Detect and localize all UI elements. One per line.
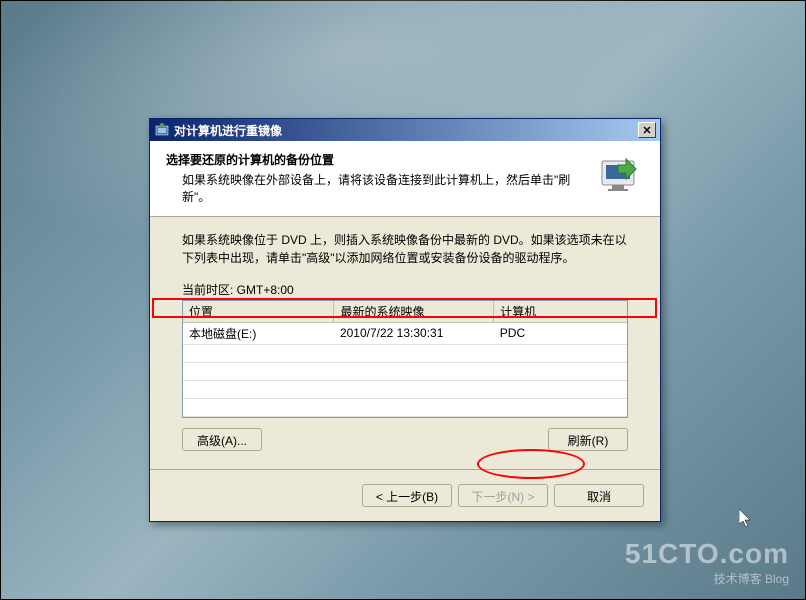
cell-latest-image: 2010/7/22 13:30:31 <box>334 322 494 344</box>
titlebar: 对计算机进行重镜像 ✕ <box>150 119 660 141</box>
column-latest-image[interactable]: 最新的系统映像 <box>334 301 494 323</box>
advanced-button[interactable]: 高级(A)... <box>182 428 262 451</box>
table-row[interactable]: 本地磁盘(E:) 2010/7/22 13:30:31 PDC <box>183 322 627 344</box>
header-section: 选择要还原的计算机的备份位置 如果系统映像在外部设备上，请将该设备连接到此计算机… <box>150 141 660 217</box>
next-button[interactable]: 下一步(N) > <box>458 484 548 507</box>
table-row[interactable] <box>183 398 627 416</box>
window-title: 对计算机进行重镜像 <box>174 122 638 139</box>
table-row[interactable] <box>183 362 627 380</box>
mouse-cursor-icon <box>739 509 755 534</box>
column-computer[interactable]: 计算机 <box>494 301 627 323</box>
back-button[interactable]: < 上一步(B) <box>362 484 452 507</box>
list-buttons: 高级(A)... 刷新(R) <box>182 428 628 451</box>
backup-list[interactable]: 位置 最新的系统映像 计算机 本地磁盘(E:) 2010/7/22 13:30:… <box>182 300 628 418</box>
close-button[interactable]: ✕ <box>638 122 656 138</box>
table-header-row: 位置 最新的系统映像 计算机 <box>183 301 627 323</box>
refresh-button[interactable]: 刷新(R) <box>548 428 628 451</box>
wizard-icon <box>596 151 644 199</box>
table-row[interactable] <box>183 380 627 398</box>
instructions-text: 如果系统映像位于 DVD 上，则插入系统映像备份中最新的 DVD。如果该选项未在… <box>182 231 628 267</box>
watermark: 51CTO.com 技术博客 Blog <box>625 538 789 587</box>
table-row[interactable] <box>183 344 627 362</box>
cancel-button[interactable]: 取消 <box>554 484 644 507</box>
timezone-label: 当前时区: GMT+8:00 <box>182 281 628 298</box>
cell-computer: PDC <box>494 322 627 344</box>
reimage-dialog: 对计算机进行重镜像 ✕ 选择要还原的计算机的备份位置 如果系统映像在外部设备上，… <box>149 118 661 522</box>
watermark-sub: 技术博客 Blog <box>625 570 789 587</box>
app-icon <box>154 122 170 138</box>
header-title: 选择要还原的计算机的备份位置 <box>166 151 588 168</box>
column-location[interactable]: 位置 <box>183 301 334 323</box>
content-area: 如果系统映像位于 DVD 上，则插入系统映像备份中最新的 DVD。如果该选项未在… <box>150 217 660 469</box>
cell-location: 本地磁盘(E:) <box>183 322 334 344</box>
header-description: 如果系统映像在外部设备上，请将该设备连接到此计算机上，然后单击"刷新"。 <box>166 172 588 206</box>
footer-buttons: < 上一步(B) 下一步(N) > 取消 <box>150 469 660 521</box>
watermark-main: 51CTO.com <box>625 538 789 570</box>
